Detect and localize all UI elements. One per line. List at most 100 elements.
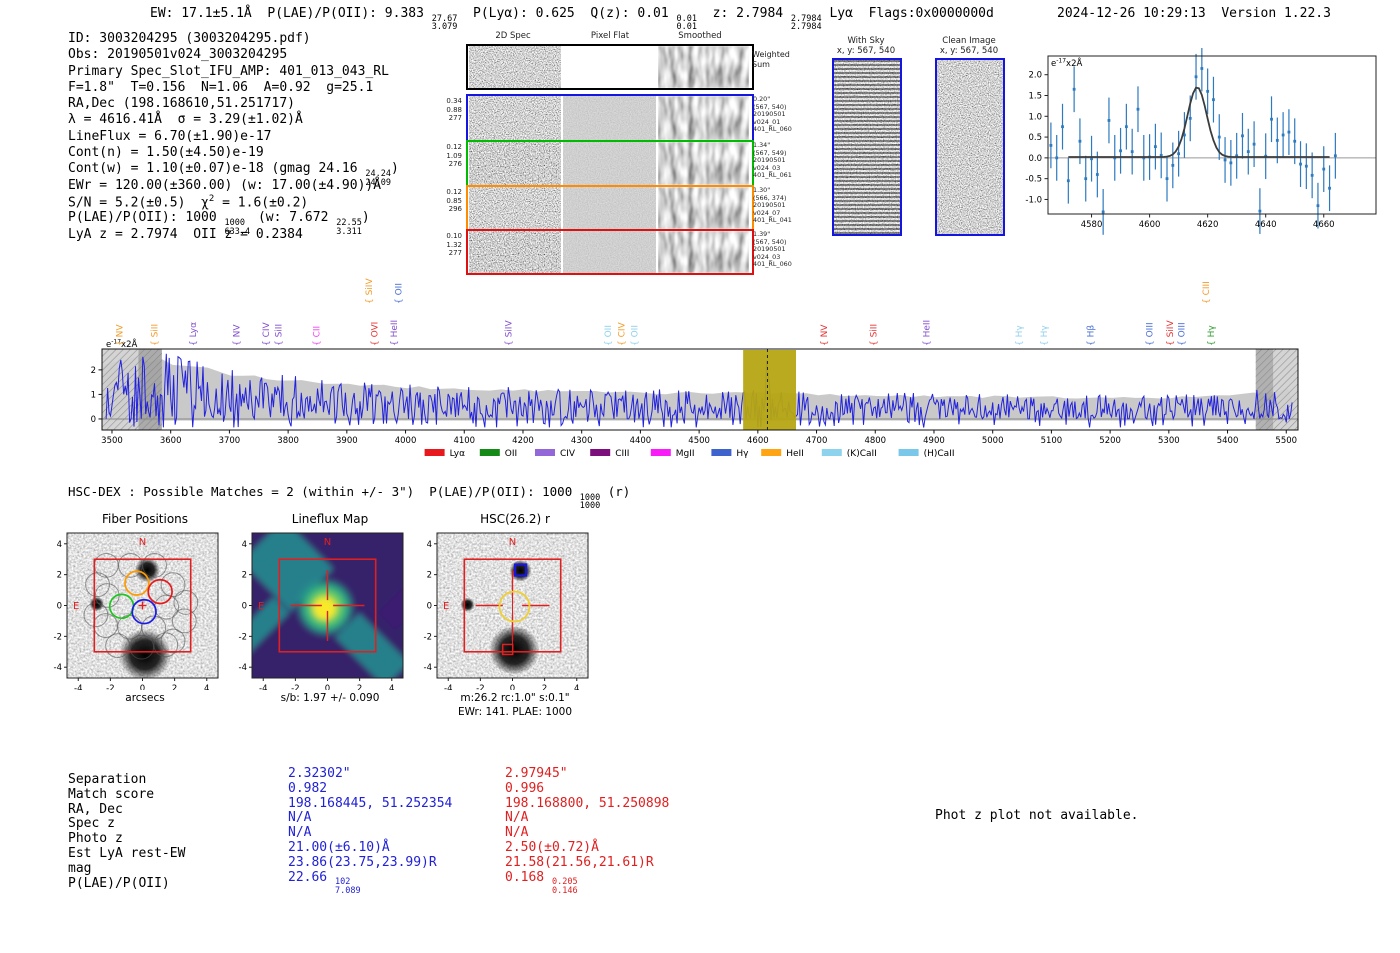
svg-text:N: N — [324, 537, 331, 548]
emission-line-label: { Hγ — [1207, 325, 1217, 346]
svg-text:2: 2 — [357, 684, 362, 690]
header-summary-line: EW: 17.1±5.1Å P(LAE)/P(OII): 9.383 27.67… — [150, 6, 994, 33]
svg-text:4660: 4660 — [1313, 220, 1335, 230]
emission-line-label: { OII — [604, 325, 614, 346]
emission-line-label: { OII — [395, 283, 405, 304]
svg-text:-2: -2 — [476, 684, 484, 690]
svg-text:1: 1 — [91, 390, 96, 400]
svg-text:-4: -4 — [54, 663, 62, 673]
spec2d-segment — [657, 187, 749, 229]
svg-text:2: 2 — [242, 571, 247, 581]
svg-text:-2: -2 — [239, 632, 247, 642]
svg-text:-4: -4 — [74, 684, 82, 690]
spec2d-col-title: Pixel Flat — [590, 31, 630, 41]
spec2d-col-title: Smoothed — [678, 31, 722, 41]
svg-text:1.5: 1.5 — [1028, 92, 1042, 102]
fiber-positions-xlabel: arcsecs — [125, 692, 165, 704]
info-line: Primary Spec_Slot_IFU_AMP: 401_013_043_R… — [68, 63, 389, 79]
svg-text:2: 2 — [542, 684, 547, 690]
noise-texture — [563, 142, 656, 185]
svg-text:4800: 4800 — [864, 436, 886, 446]
lineflux-map-caption: s/b: 1.97 +/- 0.090 — [280, 692, 380, 704]
match-row-label: Match score — [68, 786, 155, 802]
noise-texture — [658, 142, 749, 185]
svg-text:4: 4 — [57, 540, 62, 550]
emission-line-label: { CIV — [618, 321, 628, 346]
noise-texture — [469, 96, 561, 140]
spec2d-row — [466, 44, 754, 90]
svg-text:-1.0: -1.0 — [1025, 195, 1042, 205]
info-line: Cont(n) = 1.50(±4.50)e-19 — [68, 145, 264, 161]
noise-texture — [469, 142, 561, 185]
svg-text:4: 4 — [427, 540, 432, 550]
spec2d-row-weights: 0.12 1.09 276 — [446, 143, 462, 168]
svg-text:4580: 4580 — [1081, 220, 1103, 230]
info-line: F=1.8" T=0.156 N=1.06 A=0.92 g=25.1 — [68, 79, 374, 95]
info-line: Obs: 20190501v024_3003204295 — [68, 47, 288, 63]
match-col1-value: 21.00(±6.10)Å — [288, 840, 390, 855]
svg-text:4: 4 — [574, 684, 579, 690]
info-line: P(LAE)/P(OII): 1000 1000 633.4 (w: 7.672 … — [68, 210, 370, 237]
emission-line-label: { HeII — [390, 320, 400, 346]
spec2d-row — [466, 94, 754, 142]
match-col1-value: 23.86(23.75,23.99)R — [288, 854, 437, 870]
info-line: RA,Dec (198.168610,51.251717) — [68, 96, 295, 112]
svg-text:E: E — [73, 601, 79, 612]
svg-text:MgII: MgII — [676, 449, 695, 459]
match-row-label: Spec z — [68, 816, 115, 832]
svg-text:0: 0 — [427, 602, 432, 612]
match-row-label: RA, Dec — [68, 801, 123, 817]
match-col2-value: 2.97945" — [505, 766, 568, 781]
noise-texture — [658, 231, 749, 273]
sky-panel-title: With Sky — [847, 36, 885, 46]
match-col1-value: 0.982 — [288, 780, 328, 796]
svg-text:3900: 3900 — [336, 436, 358, 446]
svg-text:CIV: CIV — [560, 449, 576, 459]
match-col2-value: 21.58(21.56,21.61)R — [505, 854, 654, 870]
detection-info-block: ID: 3003204295 (3003204295.pdf) Obs: 2019… — [68, 31, 399, 243]
svg-text:4700: 4700 — [806, 436, 828, 446]
sky-panel-image — [832, 58, 902, 236]
noise-texture — [937, 60, 1003, 234]
svg-text:4600: 4600 — [1139, 220, 1161, 230]
emission-line-label: { Hγ — [1040, 325, 1050, 346]
svg-text:0: 0 — [325, 684, 330, 690]
svg-text:5200: 5200 — [1099, 436, 1121, 446]
noise-texture — [834, 60, 900, 234]
match-col2-value: 2.50(±0.72)Å — [505, 840, 599, 855]
match-row-label: P(LAE)/P(OII) — [68, 875, 170, 891]
svg-text:(H)CaII: (H)CaII — [924, 449, 955, 459]
noise-texture — [937, 60, 1003, 234]
spec2d-segment — [657, 46, 749, 88]
svg-text:0: 0 — [510, 684, 515, 690]
spec2d-row-annotation: 1.39" (567, 540) 20190501 v024_03 401_RL… — [753, 230, 792, 269]
svg-text:N: N — [139, 537, 146, 548]
emission-line-label: { OII — [631, 325, 641, 346]
svg-text:-2: -2 — [291, 684, 299, 690]
spec2d-segment — [657, 96, 749, 140]
noise-texture — [658, 96, 749, 140]
svg-text:N: N — [509, 537, 516, 548]
elixer-report-page: { "header": { "left_parts": [ {"t":"EW: … — [0, 0, 1400, 953]
emission-line-label: { NV — [232, 324, 242, 346]
match-col1-value: 2.32302" — [288, 766, 351, 781]
emission-line-label: { OVI — [370, 322, 380, 346]
info-line: Cont(w) = 1.10(±0.07)e-18 (gmag 24.16 24… — [68, 161, 399, 188]
info-line: ID: 3003204295 (3003204295.pdf) — [68, 31, 311, 46]
spec2d-segment — [468, 46, 561, 88]
spec2d-row-annotation: 1.34" (567, 549) 20190501 v024_03 401_RL… — [753, 141, 792, 180]
emission-line-label: { OIII — [1145, 322, 1155, 346]
spec2d-row — [466, 140, 754, 187]
emission-line-label: { CII — [312, 326, 322, 346]
spec2d-segment — [468, 142, 561, 185]
spec2d-row-weights: 0.12 0.85 296 — [446, 188, 462, 213]
match-row-label: mag — [68, 860, 92, 876]
svg-text:CIII: CIII — [615, 449, 629, 459]
spec2d-segment — [562, 187, 656, 229]
noise-texture — [658, 187, 749, 229]
svg-text:-2: -2 — [54, 632, 62, 642]
match-col1-value: N/A — [288, 825, 312, 841]
svg-text:0: 0 — [91, 415, 96, 425]
emission-line-label: { NV — [820, 324, 830, 346]
spec2d-row-annotation: 0.20" (567, 540) 20190501 v024_01 401_RL… — [753, 95, 792, 134]
